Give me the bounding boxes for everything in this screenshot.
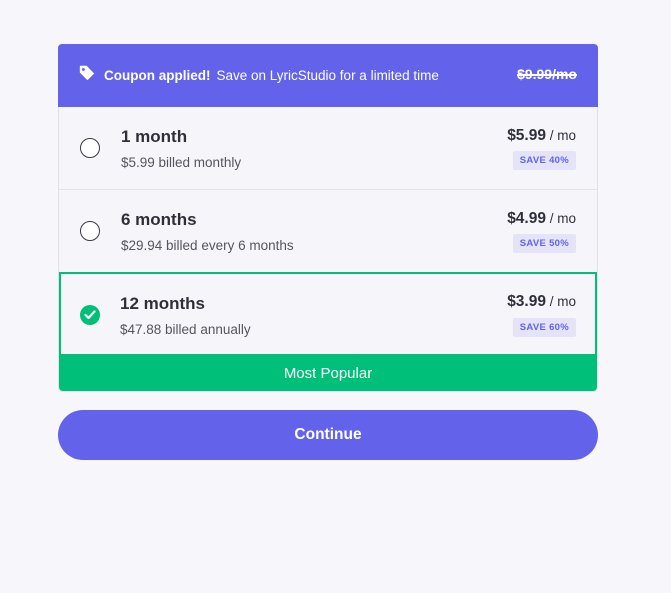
pricing-card: Coupon applied! Save on LyricStudio for a… — [58, 44, 598, 392]
plan-option-12-months[interactable]: 12 months $47.88 billed annually $3.99 /… — [59, 272, 597, 356]
coupon-banner: Coupon applied! Save on LyricStudio for a… — [58, 44, 598, 107]
plan-price-amount: $3.99 — [507, 293, 546, 310]
plan-name: 6 months — [121, 210, 197, 229]
checkmark-icon[interactable] — [80, 305, 100, 325]
plan-billing: $5.99 billed monthly — [121, 155, 242, 170]
plan-price-unit: / mo — [545, 128, 576, 143]
coupon-detail: Save on LyricStudio for a limited time — [216, 67, 439, 83]
plan-option-12-months-wrapper: 12 months $47.88 billed annually $3.99 /… — [59, 272, 597, 391]
original-price: $9.99/mo — [517, 66, 577, 82]
save-badge: SAVE 60% — [512, 318, 576, 337]
plan-price-unit: / mo — [545, 211, 576, 226]
plan-list: 1 month $5.99 billed monthly $5.99 / mo … — [58, 107, 598, 392]
radio-button[interactable] — [80, 138, 100, 158]
plan-price: $5.99 / mo — [507, 127, 576, 145]
save-badge: SAVE 50% — [512, 234, 576, 253]
plan-name: 12 months — [120, 294, 206, 313]
plan-price: $3.99 / mo — [507, 293, 576, 311]
plan-option-6-months[interactable]: 6 months $29.94 billed every 6 months $4… — [59, 189, 597, 272]
plan-price-unit: / mo — [545, 294, 576, 309]
radio-button[interactable] — [80, 221, 100, 241]
most-popular-label: Most Popular — [59, 356, 597, 391]
plan-price-amount: $4.99 — [507, 210, 546, 227]
coupon-title: Coupon applied! — [104, 67, 211, 83]
plan-name: 1 month — [121, 127, 188, 146]
tag-icon — [79, 65, 95, 80]
plan-price: $4.99 / mo — [507, 210, 576, 228]
plan-billing: $29.94 billed every 6 months — [121, 238, 294, 253]
plan-price-amount: $5.99 — [507, 127, 546, 144]
plan-billing: $47.88 billed annually — [120, 322, 251, 337]
save-badge: SAVE 40% — [512, 151, 576, 170]
plan-option-1-month[interactable]: 1 month $5.99 billed monthly $5.99 / mo … — [59, 107, 597, 189]
coupon-message: Coupon applied! Save on LyricStudio for a… — [104, 67, 444, 85]
continue-button[interactable]: Continue — [58, 410, 598, 460]
